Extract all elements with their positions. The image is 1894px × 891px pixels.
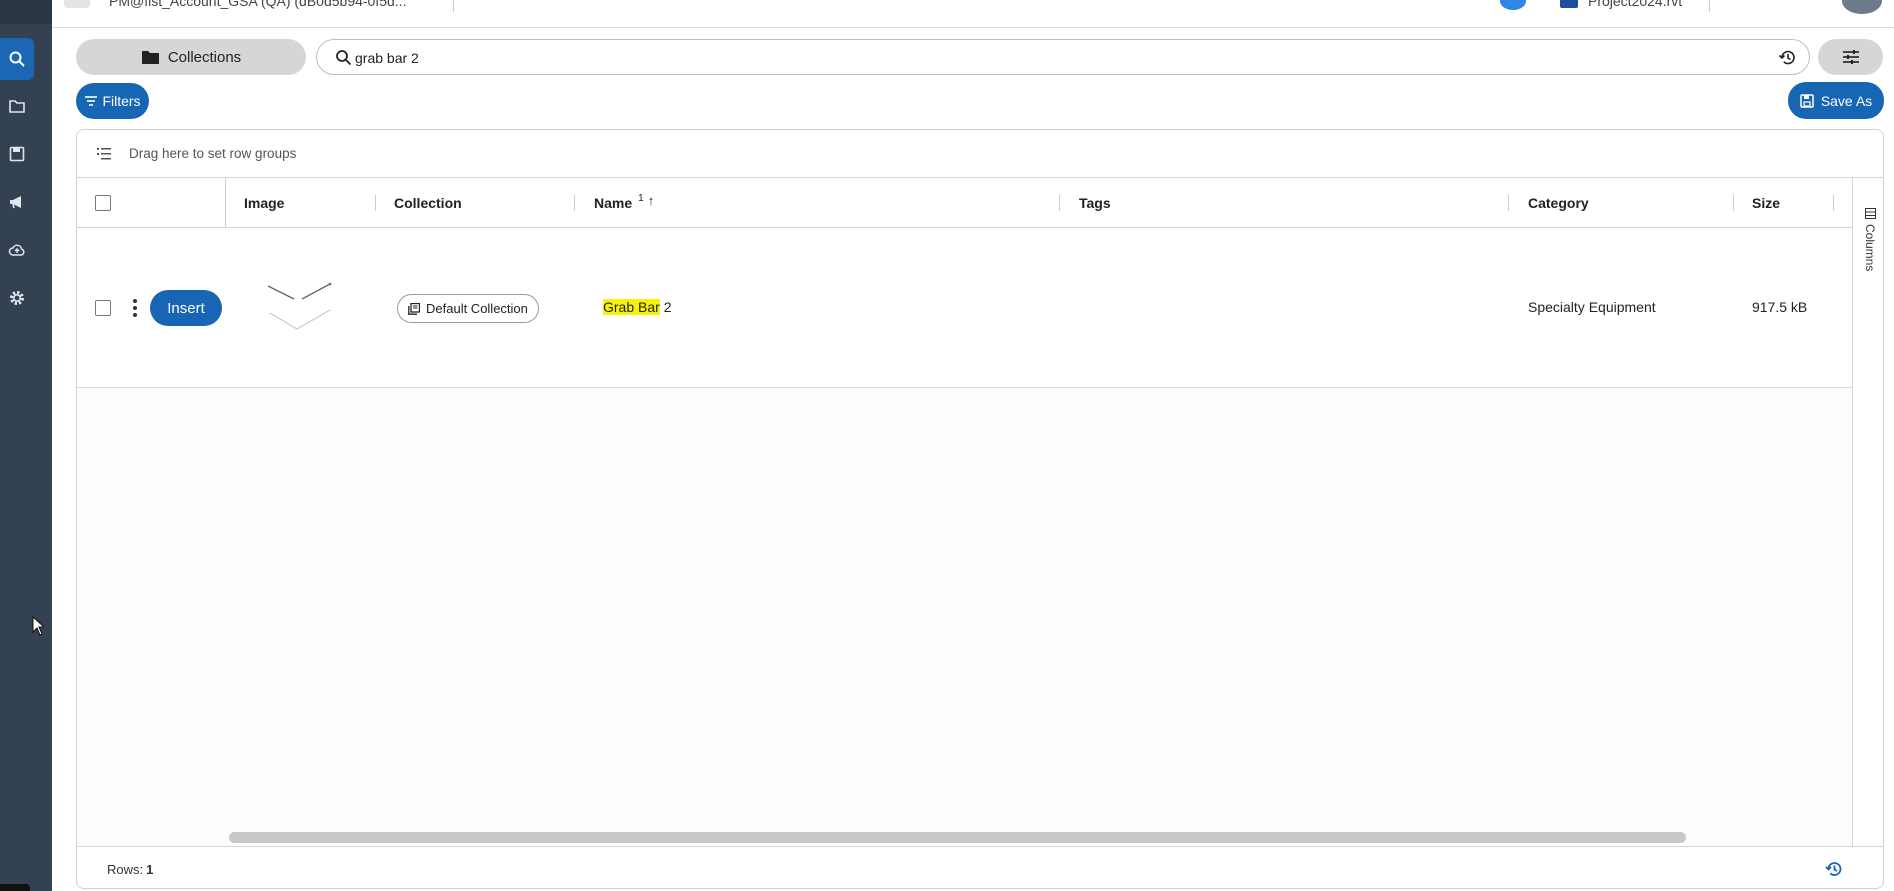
columns-panel-toggle[interactable]: Columns — [1863, 208, 1877, 271]
header-category[interactable]: Category — [1528, 178, 1589, 228]
rail-announcements-button[interactable] — [0, 181, 34, 223]
search-input[interactable] — [355, 47, 1735, 69]
folder-icon — [9, 100, 25, 113]
rail-bottom-tab — [0, 884, 30, 891]
header-image[interactable]: Image — [244, 178, 284, 228]
mouse-cursor-icon — [32, 616, 44, 636]
header-tags[interactable]: Tags — [1079, 178, 1111, 228]
row-groups-icon — [97, 148, 111, 160]
cloud-upload-icon — [8, 244, 25, 256]
column-resize-handle[interactable] — [1508, 195, 1509, 211]
columns-panel-label: Columns — [1863, 224, 1877, 272]
item-size: 917.5 kB — [1752, 299, 1808, 315]
header-size[interactable]: Size — [1752, 178, 1780, 228]
rail-save-button[interactable] — [0, 133, 34, 175]
header-name-label: Name — [594, 195, 633, 211]
row-count-label: Rows: — [107, 862, 144, 877]
reset-history-icon[interactable] — [1824, 859, 1844, 879]
column-resize-handle[interactable] — [1733, 195, 1734, 211]
search-settings-button[interactable] — [1818, 39, 1883, 75]
search-highlight: Grab Bar — [603, 299, 660, 315]
row-group-hint: Drag here to set row groups — [129, 146, 297, 161]
collections-button[interactable]: Collections — [76, 39, 306, 75]
results-grid: Drag here to set row groups Image Collec… — [76, 129, 1884, 889]
insert-button[interactable]: Insert — [150, 290, 222, 326]
tab-stub[interactable] — [64, 0, 90, 8]
rail-settings-button[interactable] — [0, 277, 34, 319]
project-name[interactable]: Project2024.rvt — [1588, 0, 1682, 9]
rail-upload-button[interactable] — [0, 229, 34, 271]
top-bar: PM@fist_Account_GSA (QA) (dB0d5b94-0f5d.… — [52, 0, 1894, 28]
revit-icon — [1560, 0, 1578, 8]
item-thumbnail — [267, 282, 332, 330]
scrollbar-thumb[interactable] — [229, 832, 1686, 843]
save-icon — [1800, 93, 1814, 108]
grid-footer: Rows: 1 — [77, 846, 1883, 888]
row-count-value: 1 — [146, 862, 154, 877]
row-count: Rows: 1 — [107, 862, 153, 877]
sort-index: 1 — [638, 192, 644, 204]
grid-header-row: Image Collection Name 1 ↑ Tags Category … — [77, 178, 1852, 228]
collections-label: Collections — [167, 48, 242, 66]
filters-button[interactable]: Filters — [76, 83, 149, 119]
column-resize-handle[interactable] — [375, 195, 376, 211]
gear-icon — [10, 291, 24, 305]
table-row[interactable]: Insert Default Collection Grab Bar 2 Spe… — [77, 228, 1852, 388]
save-as-label: Save As — [1820, 92, 1873, 109]
pinned-divider — [225, 178, 226, 228]
left-rail — [0, 0, 52, 891]
megaphone-icon — [10, 196, 21, 209]
row-checkbox[interactable] — [95, 300, 111, 316]
column-resize-handle[interactable] — [574, 195, 575, 211]
item-name[interactable]: Grab Bar 2 — [603, 299, 672, 315]
horizontal-scrollbar[interactable] — [225, 829, 1852, 845]
collection-icon — [408, 302, 420, 315]
notification-icon[interactable] — [1500, 0, 1526, 10]
row-group-drop-zone[interactable]: Drag here to set row groups — [77, 130, 1883, 178]
search-icon — [9, 51, 25, 67]
search-icon — [336, 50, 352, 66]
select-all-checkbox[interactable] — [95, 195, 111, 211]
columns-side-panel: Columns — [1852, 178, 1883, 848]
avatar[interactable] — [1842, 0, 1882, 14]
search-box — [316, 39, 1810, 75]
topbar-divider — [453, 0, 454, 12]
row-menu-icon[interactable] — [131, 299, 139, 317]
sliders-icon — [1842, 50, 1859, 64]
rail-search-button[interactable] — [0, 38, 34, 80]
rail-folder-button[interactable] — [0, 85, 34, 127]
rail-top-strip — [0, 0, 52, 24]
save-icon — [9, 146, 25, 162]
account-tab-title[interactable]: PM@fist_Account_GSA (QA) (dB0d5b94-0f5d.… — [109, 0, 406, 9]
topbar-divider — [1709, 0, 1710, 12]
select-all-cell — [95, 178, 111, 228]
collection-chip-label: Default Collection — [426, 301, 528, 316]
filters-label: Filters — [102, 93, 141, 109]
column-resize-handle[interactable] — [1059, 195, 1060, 211]
folder-icon — [141, 51, 159, 64]
sort-ascending-icon: ↑ — [647, 192, 655, 208]
columns-icon — [1864, 208, 1876, 219]
item-category: Specialty Equipment — [1528, 299, 1656, 315]
save-as-button[interactable]: Save As — [1788, 82, 1884, 119]
header-name[interactable]: Name 1 ↑ — [594, 178, 654, 228]
filter-icon — [85, 96, 98, 106]
header-collection[interactable]: Collection — [394, 178, 462, 228]
column-resize-handle[interactable] — [1833, 195, 1834, 211]
item-name-rest: 2 — [659, 299, 672, 315]
history-icon[interactable] — [1778, 48, 1797, 67]
collection-chip[interactable]: Default Collection — [397, 294, 539, 323]
